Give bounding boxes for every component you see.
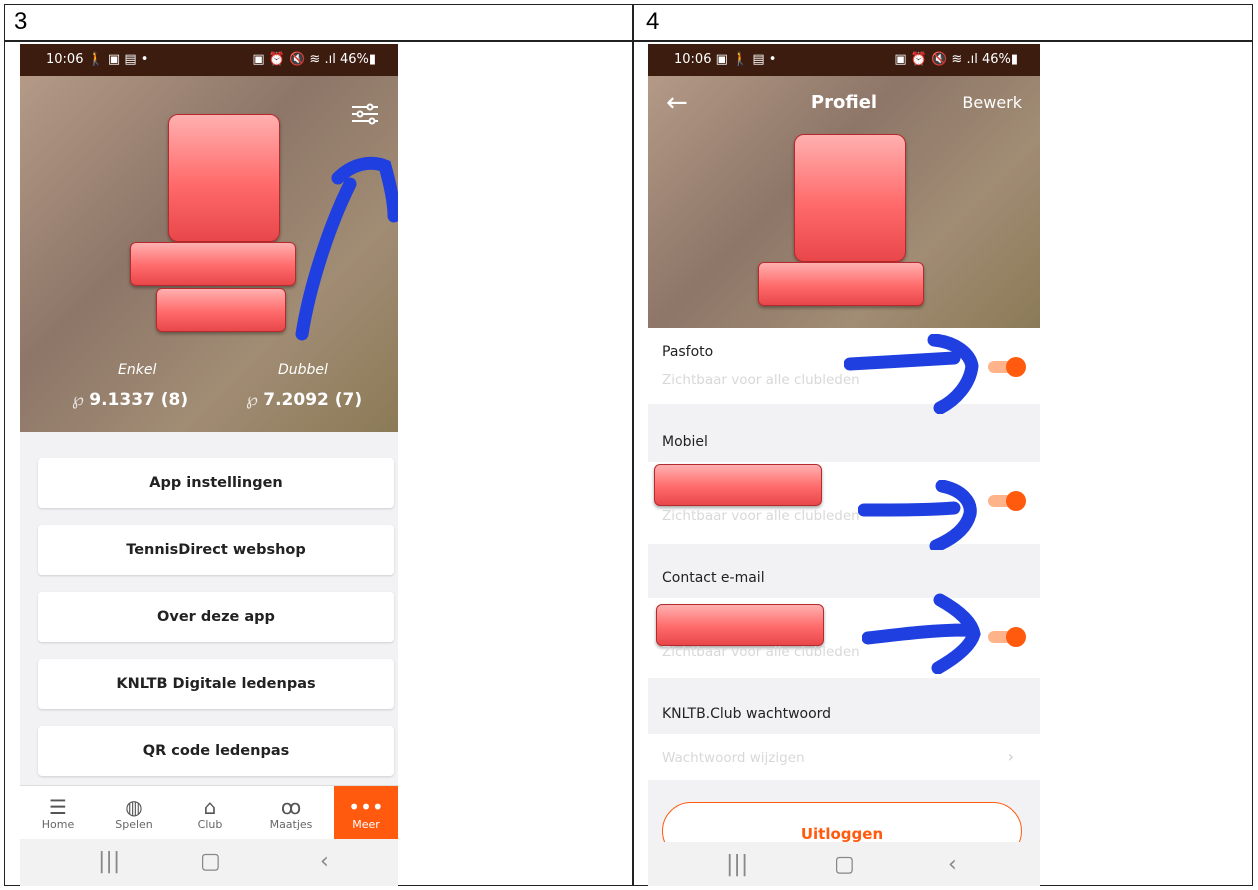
recents-icon[interactable]: ||| (98, 849, 120, 874)
profile-header: Enkel Dubbel ℘ 9.1337 (8) ℘ 7.2092 (7) (20, 76, 398, 432)
tab-more[interactable]: ••• Meer (334, 786, 398, 840)
home-circle-icon[interactable]: ▢ (200, 849, 221, 874)
more-dots-icon: ••• (348, 794, 384, 819)
people-icon: ꝏ (280, 794, 302, 819)
table-row-divider (4, 40, 1253, 42)
mobile-setting-row: Zichtbaar voor alle clubleden (648, 462, 1040, 544)
digital-membership-card-button[interactable]: KNLTB Digitale ledenpas (38, 659, 394, 709)
tab-home[interactable]: ☰ Home (20, 786, 96, 840)
cell-number-3: 3 (14, 8, 28, 35)
phone-screenshot-more: 10:06 🚶 ▣ ▤ • ▣ ⏰ 🔇 ≋ .ıl 46%▮ Enkel Dub… (20, 44, 398, 886)
status-system-icons: ▣ ⏰ 🔇 ≋ .ıl 46%▮ (252, 52, 376, 67)
redacted-club (156, 288, 286, 332)
app-settings-button[interactable]: App instellingen (38, 458, 394, 508)
annotation-arrow-icon (858, 480, 977, 550)
bottom-tab-bar: ☰ Home ◍ Spelen ⌂ Club ꝏ Maatjes ••• Meer (20, 785, 398, 840)
tab-club[interactable]: ⌂ Club (172, 786, 248, 840)
system-nav-bar: ||| ▢ ‹ (20, 839, 398, 886)
status-bar: 10:06 ▣ 🚶 ▤ • ▣ ⏰ 🔇 ≋ .ıl 46%▮ (648, 44, 1040, 76)
status-notification-icons: 🚶 ▣ ▤ • (87, 52, 149, 67)
redacted-name (758, 262, 924, 306)
tab-play[interactable]: ◍ Spelen (96, 786, 172, 840)
status-system-icons: ▣ ⏰ 🔇 ≋ .ıl 46%▮ (894, 52, 1018, 67)
tab-buddies[interactable]: ꝏ Maatjes (248, 786, 334, 840)
redacted-email (656, 604, 824, 646)
cell-number-4: 4 (646, 8, 660, 35)
redacted-phone-number (654, 464, 822, 506)
mobile-label: Mobiel (662, 434, 708, 450)
back-nav-icon[interactable]: ‹ (320, 849, 329, 874)
system-nav-bar: ||| ▢ ‹ (648, 842, 1040, 886)
annotation-arrow-icon (862, 593, 981, 674)
status-time: 10:06 (674, 52, 712, 67)
redacted-name (130, 242, 296, 286)
webshop-button[interactable]: TennisDirect webshop (38, 525, 394, 575)
home-circle-icon[interactable]: ▢ (834, 852, 855, 877)
redacted-avatar (168, 114, 280, 242)
email-visibility: Zichtbaar voor alle clubleden (662, 644, 860, 660)
chevron-right-icon: › (1007, 747, 1014, 766)
photo-label: Pasfoto (662, 344, 714, 360)
singles-label: Enkel (118, 362, 157, 378)
doubles-label: Dubbel (278, 362, 328, 378)
photo-visibility-toggle[interactable] (988, 357, 1026, 377)
change-password-row[interactable]: Wachtwoord wijzigen › (648, 734, 1040, 780)
email-label: Contact e-mail (662, 570, 765, 586)
mobile-visibility: Zichtbaar voor alle clubleden (662, 508, 860, 524)
mobile-visibility-toggle[interactable] (988, 491, 1026, 511)
annotation-arrow-icon (295, 156, 398, 341)
racket-icon: ℘ (246, 390, 264, 410)
menu-icon: ☰ (49, 794, 67, 819)
singles-rating: ℘ 9.1337 (8) (72, 390, 189, 410)
email-visibility-toggle[interactable] (988, 627, 1026, 647)
status-time: 10:06 (46, 52, 84, 67)
filter-settings-icon[interactable] (350, 102, 380, 130)
recents-icon[interactable]: ||| (726, 852, 748, 877)
password-section-label: KNLTB.Club wachtwoord (662, 706, 832, 722)
change-password-link[interactable]: Wachtwoord wijzigen (662, 750, 805, 766)
phone-screenshot-profile: 10:06 ▣ 🚶 ▤ • ▣ ⏰ 🔇 ≋ .ıl 46%▮ ← Profiel… (648, 44, 1040, 886)
tennis-ball-icon: ◍ (125, 794, 143, 819)
annotation-arrow-icon (844, 334, 979, 414)
racket-icon: ℘ (72, 390, 90, 410)
table-column-divider (632, 4, 634, 886)
profile-header: ← Profiel Bewerk (648, 76, 1040, 328)
about-app-button[interactable]: Over deze app (38, 592, 394, 642)
status-bar: 10:06 🚶 ▣ ▤ • ▣ ⏰ 🔇 ≋ .ıl 46%▮ (20, 44, 398, 76)
photo-visibility: Zichtbaar voor alle clubleden (662, 372, 860, 388)
status-notification-icons: ▣ 🚶 ▤ • (715, 52, 777, 67)
edit-button[interactable]: Bewerk (962, 93, 1022, 112)
redacted-avatar (794, 134, 906, 262)
qr-membership-card-button[interactable]: QR code ledenpas (38, 726, 394, 776)
house-icon: ⌂ (203, 794, 217, 819)
doubles-rating: ℘ 7.2092 (7) (246, 390, 363, 410)
back-nav-icon[interactable]: ‹ (948, 852, 957, 877)
